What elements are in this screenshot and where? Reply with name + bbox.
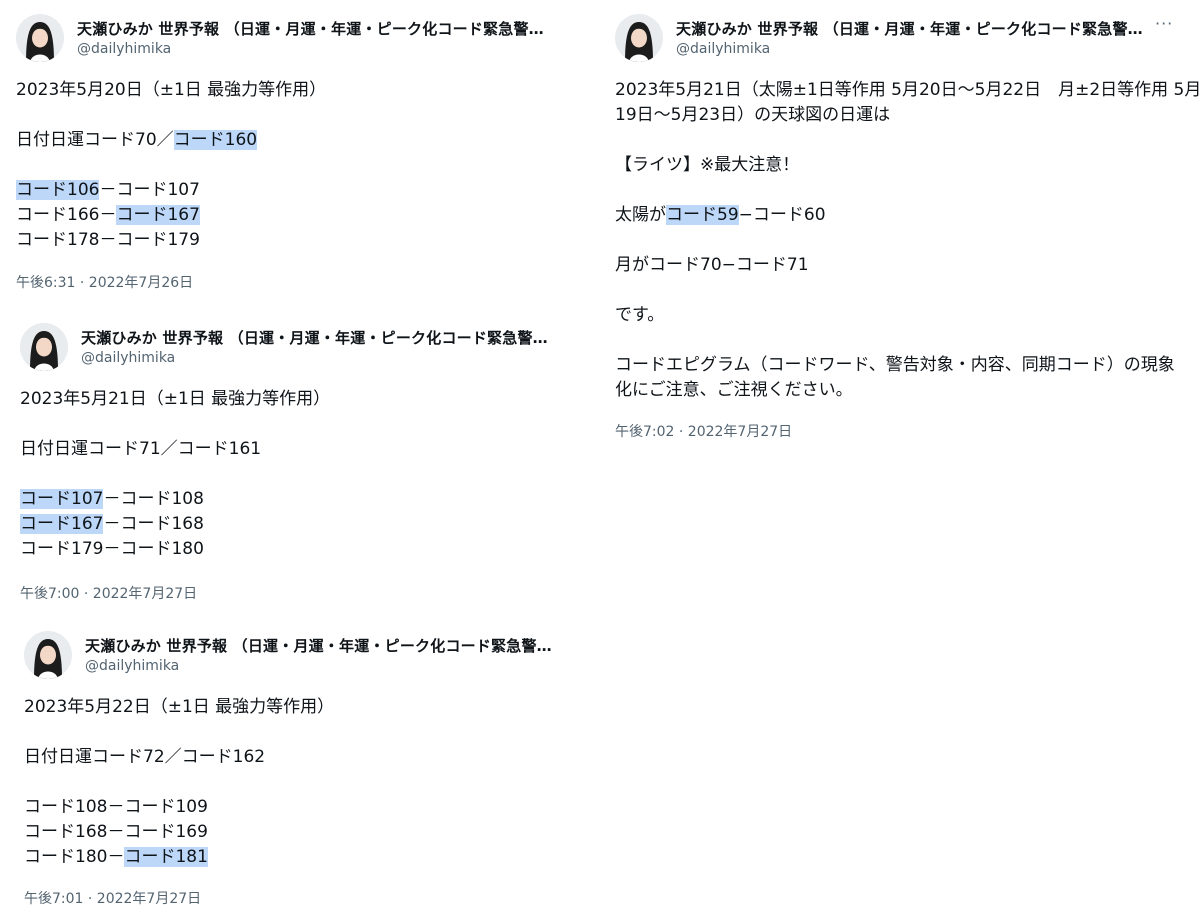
- author-name[interactable]: 天瀬ひみか 世界予報 （日運・月運・年運・ピーク化コード緊急警…: [85, 635, 552, 656]
- tweet-line: 【ライツ】※最大注意！: [615, 155, 800, 175]
- tweet-line: 19日〜5月23日）の天球図の日運は: [615, 105, 891, 125]
- tweet-line: 化にご注意、ご注視ください。: [615, 380, 853, 400]
- highlighted-code: コード107: [20, 489, 104, 509]
- tweet-line: コード107－コード108: [20, 489, 204, 509]
- tweet-line: コード166－コード167: [16, 205, 200, 225]
- tweet-line: コード168－コード169: [24, 822, 208, 842]
- highlighted-code: コード59: [666, 205, 739, 225]
- tweet-line: 太陽がコード59−コード60: [615, 205, 826, 225]
- highlighted-code: コード160: [173, 130, 258, 150]
- timestamp[interactable]: 午後7:01 · 2022年7月27日: [24, 888, 201, 908]
- tweet-line: 日付日運コード70／コード160: [16, 130, 258, 150]
- highlighted-code: コード167: [20, 514, 104, 534]
- tweet-line: 月がコード70−コード71: [615, 255, 809, 275]
- timestamp[interactable]: 午後7:02 · 2022年7月27日: [615, 421, 792, 441]
- highlighted-code: コード167: [116, 205, 200, 225]
- author-handle[interactable]: @dailyhimika: [85, 658, 179, 674]
- highlighted-code: コード106: [16, 180, 100, 200]
- tweet-line: コード106－コード107: [16, 180, 200, 200]
- tweet-text: 2023年5月21日（±1日 最強力等作用） 日付日運コード71／コード161 コー…: [20, 387, 330, 562]
- avatar[interactable]: [24, 631, 72, 679]
- avatar[interactable]: [615, 14, 663, 62]
- timestamp[interactable]: 午後7:00 · 2022年7月27日: [20, 583, 197, 603]
- author-handle[interactable]: @dailyhimika: [81, 350, 175, 366]
- tweet-line: コード167－コード168: [20, 514, 204, 534]
- tweet-text: 2023年5月21日（太陽±1日等作用 5月20日〜5月22日 月±2日等作用 …: [615, 78, 1200, 403]
- tweet-text: 2023年5月20日（±1日 最強力等作用） 日付日運コード70／コード160 コー…: [16, 78, 326, 253]
- tweet-line: 2023年5月22日（±1日 最強力等作用）: [24, 697, 335, 717]
- highlighted-code: コード181: [124, 847, 208, 867]
- more-options-button[interactable]: ···: [1155, 16, 1173, 32]
- tweet-line: 2023年5月21日（太陽±1日等作用 5月20日〜5月22日 月±2日等作用 …: [615, 80, 1200, 100]
- author-name[interactable]: 天瀬ひみか 世界予報 （日運・月運・年運・ピーク化コード緊急警…: [77, 18, 544, 39]
- tweet-line: コード180－コード181: [24, 847, 208, 867]
- tweet-text: 2023年5月22日（±1日 最強力等作用） 日付日運コード72／コード162 コー…: [24, 695, 334, 870]
- timestamp[interactable]: 午後6:31 · 2022年7月26日: [16, 272, 193, 292]
- avatar[interactable]: [20, 323, 68, 371]
- tweet-line: 日付日運コード71／コード161: [20, 439, 262, 459]
- tweet-line: コード179－コード180: [20, 539, 204, 559]
- author-handle[interactable]: @dailyhimika: [676, 41, 770, 57]
- tweet-line: コード178－コード179: [16, 230, 200, 250]
- tweet-line: 日付日運コード72／コード162: [24, 747, 266, 767]
- tweet-line: コードエピグラム（コードワード、警告対象・内容、同期コード）の現象: [615, 355, 1175, 375]
- tweet-1: 天瀬ひみか 世界予報 （日運・月運・年運・ピーク化コード緊急警… @dailyh…: [16, 14, 576, 294]
- author-handle[interactable]: @dailyhimika: [77, 41, 171, 57]
- tweet-2: 天瀬ひみか 世界予報 （日運・月運・年運・ピーク化コード緊急警… @dailyh…: [20, 323, 580, 603]
- avatar[interactable]: [16, 14, 64, 62]
- tweet-line: 2023年5月21日（±1日 最強力等作用）: [20, 389, 331, 409]
- tweet-4: 天瀬ひみか 世界予報 （日運・月運・年運・ピーク化コード緊急警… @dailyh…: [615, 14, 1200, 444]
- tweet-3: 天瀬ひみか 世界予報 （日運・月運・年運・ピーク化コード緊急警… @dailyh…: [24, 631, 584, 916]
- author-name[interactable]: 天瀬ひみか 世界予報 （日運・月運・年運・ピーク化コード緊急警…: [81, 327, 548, 348]
- tweet-line: コード108－コード109: [24, 797, 208, 817]
- author-name[interactable]: 天瀬ひみか 世界予報 （日運・月運・年運・ピーク化コード緊急警…: [676, 18, 1143, 39]
- tweet-line: 2023年5月20日（±1日 最強力等作用）: [16, 80, 327, 100]
- tweet-line: です。: [615, 305, 665, 325]
